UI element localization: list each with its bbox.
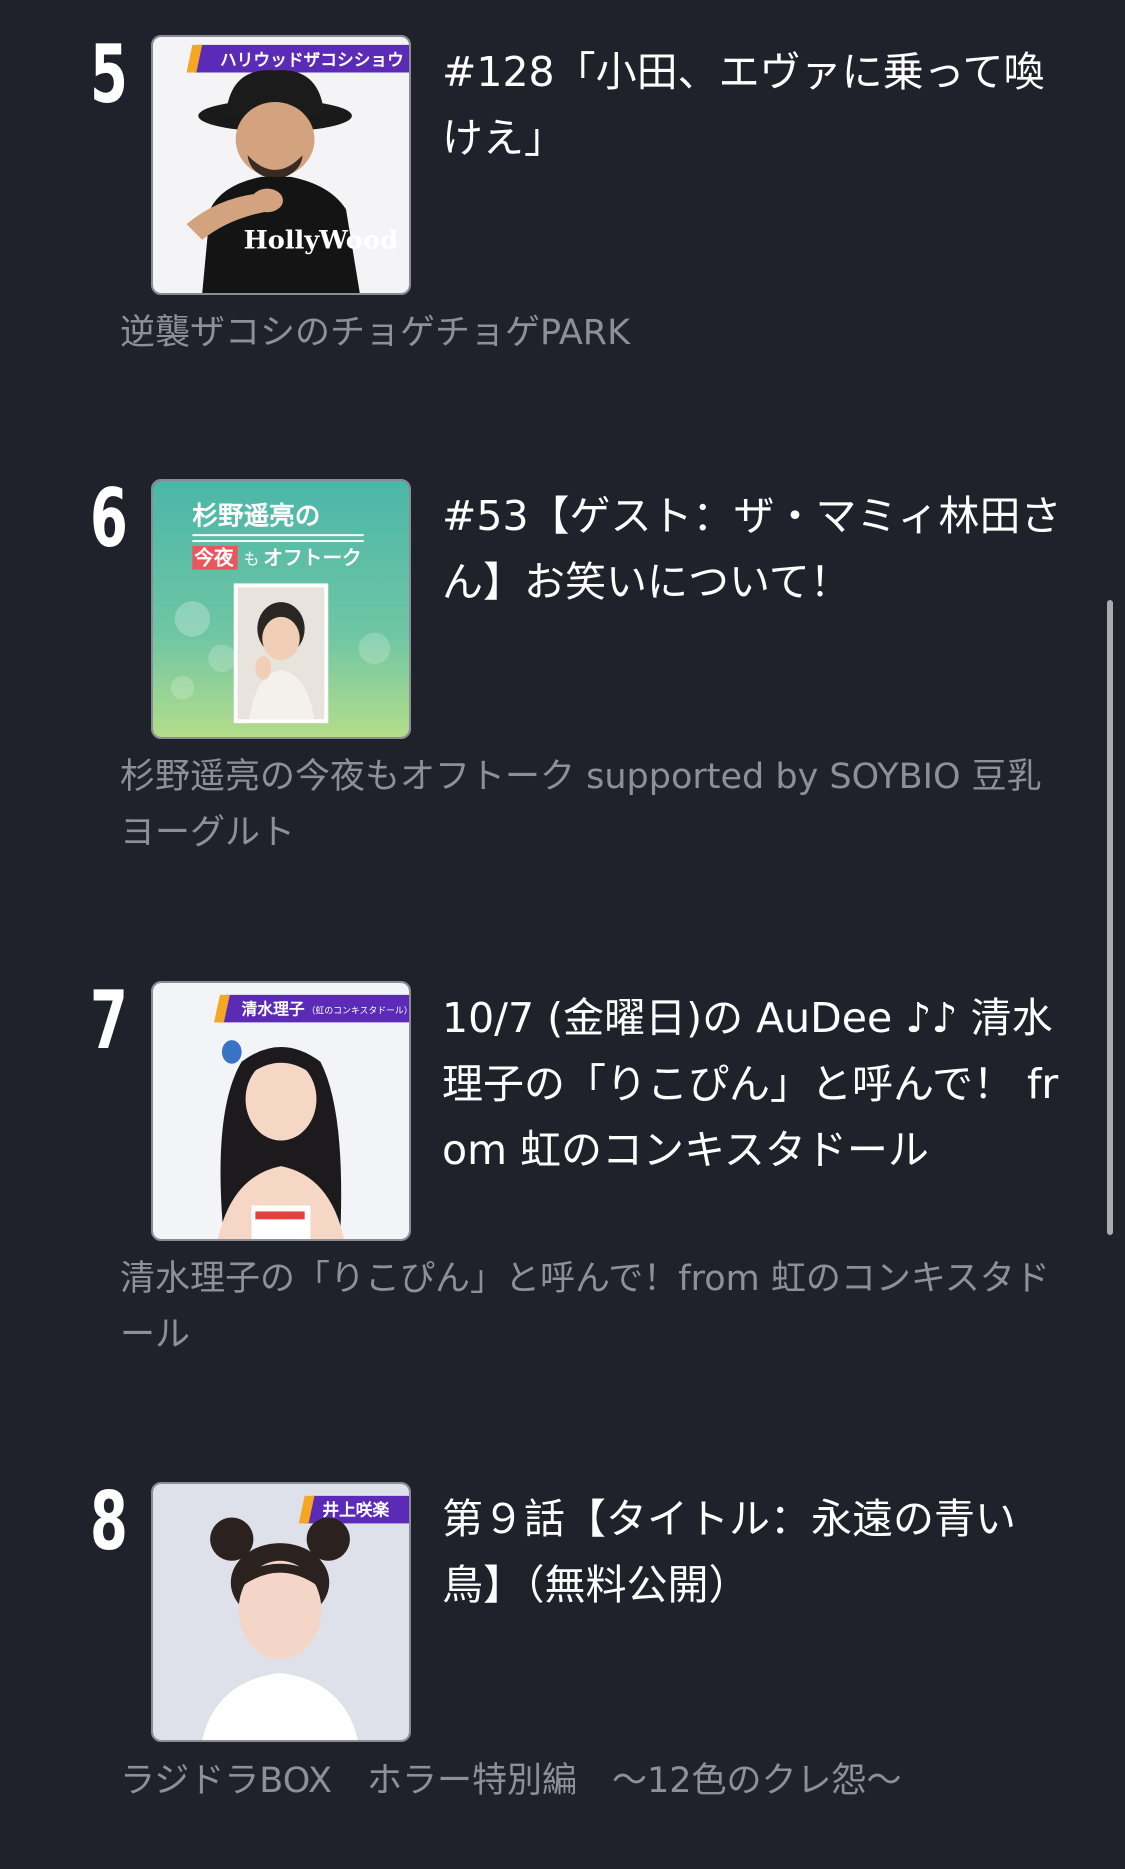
thumbnail-image: 清水理子 （虹のコンキスタドール） <box>153 983 409 1239</box>
ranking-item-5[interactable]: 5 ハリウッドザコシショウ HollyWood #128「小田、エヴァに乗って喚… <box>0 35 1125 365</box>
thumbnail-title-line2c: オフトーク <box>263 547 361 570</box>
rank-number: 8 <box>90 1475 128 1568</box>
thumbnail-title-line2a: 今夜 <box>194 547 234 570</box>
thumbnail-banner-text: 井上咲楽 <box>322 1500 389 1520</box>
thumbnail-banner-text: 清水理子 <box>242 1000 305 1019</box>
show-name[interactable]: 清水理子の「りこぴん」と呼んで！from 虹のコンキスタドール <box>120 1251 1050 1363</box>
episode-thumbnail[interactable]: ハリウッドザコシショウ HollyWood <box>151 35 411 295</box>
ranking-item-8[interactable]: 8 井上咲楽 第９話【タイトル：永遠の青い鳥】（無料公開） ラジドラBOX ホラ… <box>0 1482 1125 1822</box>
show-name[interactable]: 杉野遥亮の今夜もオフトーク supported by SOYBIO 豆乳ヨーグル… <box>120 749 1050 861</box>
thumbnail-image: ハリウッドザコシショウ HollyWood <box>153 37 409 293</box>
episode-thumbnail[interactable]: 清水理子 （虹のコンキスタドール） <box>151 981 411 1241</box>
thumbnail-banner-text: ハリウッドザコシショウ <box>220 50 404 70</box>
thumbnail-shirt-text: HollyWood <box>244 226 398 256</box>
episode-title[interactable]: #53【ゲスト：ザ・マミィ林田さん】お笑いについて！ <box>442 483 1067 615</box>
thumbnail-title-line1: 杉野遥亮の <box>192 500 320 531</box>
episode-title[interactable]: 10/7 (金曜日)の AuDee ♪♪ 清水理子の「りこぴん」と呼んで！ fr… <box>442 985 1067 1183</box>
ranking-item-7[interactable]: 7 清水理子 （虹のコンキスタドール） 10/7 (金曜日)の AuDee ♪♪… <box>0 981 1125 1361</box>
rank-number: 5 <box>90 28 128 121</box>
episode-thumbnail[interactable]: 杉野遥亮の 今夜 も オフトーク <box>151 479 411 739</box>
scrollbar[interactable] <box>1107 600 1113 1235</box>
rank-number: 6 <box>90 472 128 565</box>
show-name[interactable]: 逆襲ザコシのチョゲチョゲPARK <box>120 305 1050 361</box>
thumbnail-image: 杉野遥亮の 今夜 も オフトーク <box>153 481 409 737</box>
episode-title[interactable]: #128「小田、エヴァに乗って喚けえ」 <box>442 39 1067 171</box>
thumbnail-banner-subtext: （虹のコンキスタドール） <box>307 1006 409 1017</box>
thumbnail-title-line2b: も <box>244 550 260 569</box>
episode-title[interactable]: 第９話【タイトル：永遠の青い鳥】（無料公開） <box>442 1486 1067 1618</box>
thumbnail-image: 井上咲楽 <box>153 1484 409 1740</box>
rank-number: 7 <box>90 974 128 1067</box>
show-name[interactable]: ラジドラBOX ホラー特別編 〜12色のクレ怨〜 <box>120 1753 1050 1809</box>
episode-ranking-list: 5 ハリウッドザコシショウ HollyWood #128「小田、エヴァに乗って喚… <box>0 0 1125 1869</box>
episode-thumbnail[interactable]: 井上咲楽 <box>151 1482 411 1742</box>
ranking-item-6[interactable]: 6 杉野遥亮の 今夜 も オフトーク #53【ゲスト：ザ・マミィ林田さん】お笑い… <box>0 479 1125 859</box>
